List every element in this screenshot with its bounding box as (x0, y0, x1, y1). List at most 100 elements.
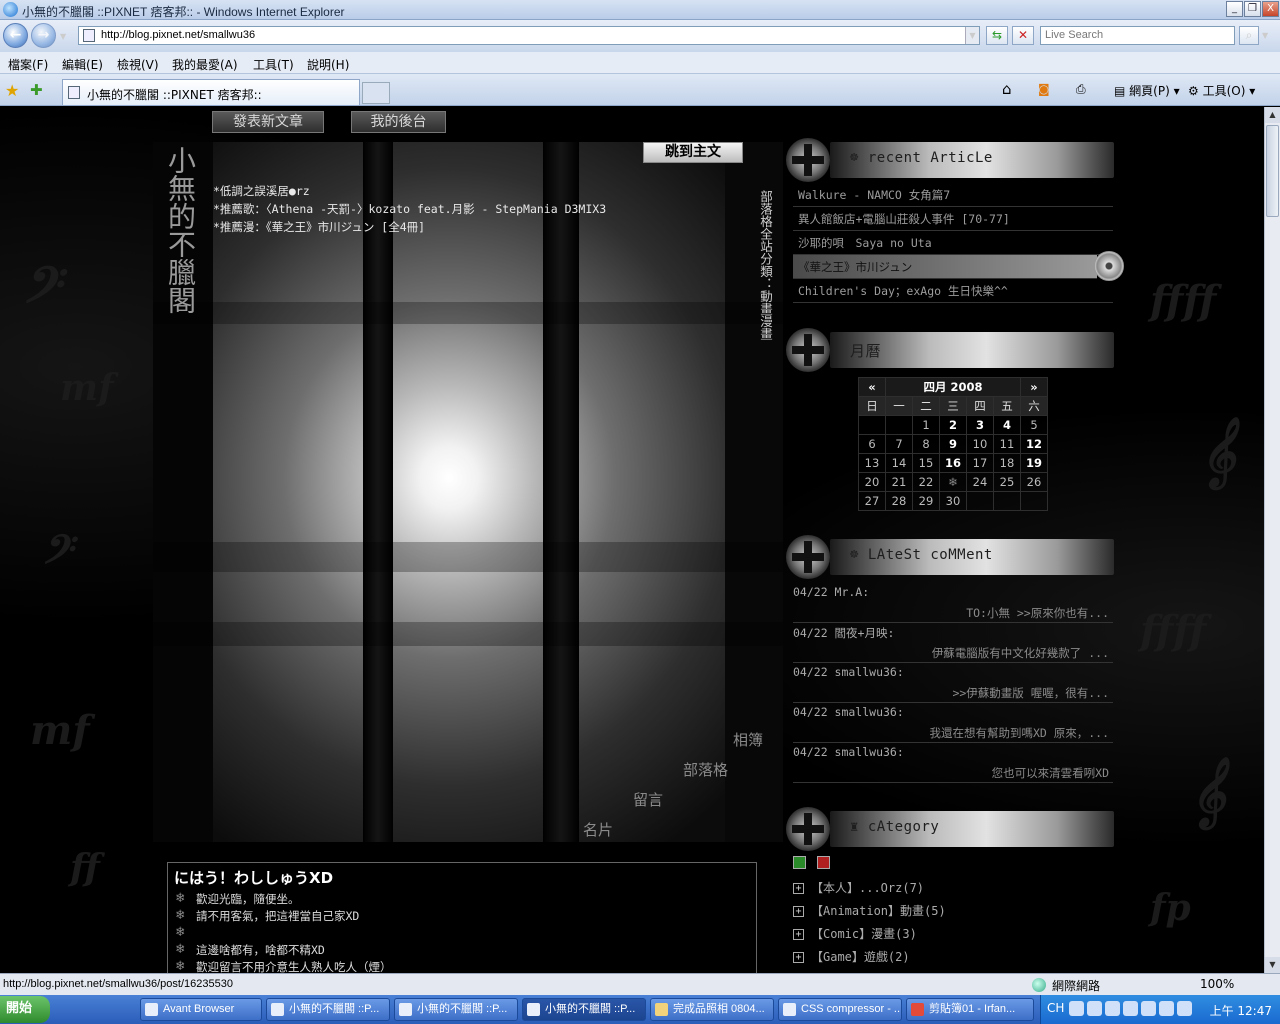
prev-month-button[interactable]: « (858, 377, 886, 397)
url-input[interactable]: http://blog.pixnet.net/smallwu36 ▼ (78, 26, 980, 45)
menu-view[interactable]: 檢視(V) (117, 56, 159, 73)
comment-text[interactable]: 您也可以來清雲看咧XD (992, 765, 1109, 781)
recent-article-link[interactable]: Children's Day；exAgo 生日快樂^^ (793, 279, 1113, 303)
comment-text[interactable]: 我還在想有幫助到嗎XD 原來，... (929, 725, 1109, 741)
menu-help[interactable]: 說明(H) (307, 56, 349, 73)
menu-edit[interactable]: 編輯(E) (62, 56, 103, 73)
nav-guestbook-link[interactable]: 留言 (633, 789, 663, 810)
snowflake-icon: ❄ (176, 907, 185, 923)
expand-plus-icon[interactable]: + (793, 929, 804, 940)
nav-album-link[interactable]: 相簿 (733, 729, 763, 750)
scroll-up-icon[interactable]: ▲ (1265, 107, 1280, 123)
menu-file[interactable]: 檔案(F) (8, 56, 48, 73)
blog-category-vertical[interactable]: 部落格全站分類：動畫漫畫 (757, 190, 773, 340)
vertical-scrollbar[interactable]: ▲ ▼ (1264, 107, 1280, 973)
back-button[interactable]: ← (3, 23, 28, 48)
language-indicator[interactable]: CH (1047, 1001, 1064, 1015)
tray-icon[interactable] (1177, 1001, 1192, 1016)
search-icon[interactable]: ⌕ (1239, 26, 1259, 45)
calendar-day-link[interactable]: 2 (939, 415, 967, 435)
comment-text[interactable]: >>伊蘇動畫版 喔喔，很有... (952, 685, 1109, 701)
jump-to-main-button[interactable]: 跳到主文 (643, 142, 743, 163)
tray-icon[interactable] (1069, 1001, 1084, 1016)
expand-plus-icon[interactable]: + (793, 952, 804, 963)
close-window-button[interactable]: X (1262, 1, 1279, 17)
page-menu-button[interactable]: ▤ 網頁(P) ▾ (1114, 82, 1180, 99)
taskbar-item[interactable]: 小無的不臘閣 ::P... (266, 998, 390, 1021)
category-item[interactable]: + 【Comic】漫畫(3) (793, 925, 917, 942)
start-button[interactable]: 開始 (0, 996, 50, 1023)
comment-item[interactable]: 04/22 Mr.A: TO:小無 >>原來你也有... (793, 583, 1113, 623)
admin-button[interactable]: 我的後台 (351, 111, 446, 133)
scroll-thumb[interactable] (1266, 125, 1279, 217)
page-menu-label: 網頁(P) (1129, 84, 1170, 98)
scroll-down-icon[interactable]: ▼ (1265, 957, 1280, 973)
tab-blog[interactable]: 小無的不臘閣 ::PIXNET 痞客邦:: (62, 79, 360, 105)
tools-menu-button[interactable]: ⚙ 工具(O) ▾ (1188, 82, 1255, 99)
recent-article-link[interactable]: 異人館飯店+電腦山莊殺人事件 [70-77] (793, 207, 1113, 231)
calendar-day: 18 (993, 453, 1021, 473)
tray-icon[interactable] (1087, 1001, 1102, 1016)
new-post-button[interactable]: 發表新文章 (212, 111, 324, 133)
new-tab-button[interactable] (362, 82, 390, 104)
history-dropdown-icon[interactable]: ▼ (60, 32, 66, 41)
nav-blog-link[interactable]: 部落格 (683, 759, 728, 780)
calendar-day-link[interactable]: 19 (1020, 453, 1048, 473)
calendar-day-link[interactable]: 4 (993, 415, 1021, 435)
tray-icon[interactable] (1123, 1001, 1138, 1016)
recent-article-link[interactable]: 沙耶的唄 Saya no Uta (793, 231, 1113, 255)
category-item[interactable]: + 【Animation】動畫(5) (793, 902, 946, 919)
expand-all-icon[interactable] (793, 856, 806, 869)
tray-icon[interactable] (1105, 1001, 1120, 1016)
tray-icon[interactable] (1159, 1001, 1174, 1016)
search-input[interactable]: Live Search (1040, 26, 1235, 45)
recent-article-link[interactable]: 《華之王》市川ジュン (793, 255, 1097, 279)
forward-button[interactable]: → (31, 23, 56, 48)
category-item[interactable]: + 【本人】...Orz(7) (793, 879, 924, 896)
taskbar-item[interactable]: 完成品照相 0804... (650, 998, 774, 1021)
minimize-button[interactable]: _ (1226, 1, 1243, 17)
comment-text[interactable]: TO:小無 >>原來你也有... (966, 605, 1109, 621)
weekday: 六 (1020, 396, 1048, 416)
category-item[interactable]: + 【Game】遊戲(2) (793, 948, 910, 965)
note-line: *低調之誤溪居●rz (213, 184, 310, 198)
zoom-level[interactable]: 100% (1200, 977, 1234, 991)
tray-icon[interactable] (1141, 1001, 1156, 1016)
comment-item[interactable]: 04/22 smallwu36: >>伊蘇動畫版 喔喔，很有... (793, 663, 1113, 703)
stop-icon[interactable]: ✕ (1012, 26, 1034, 45)
taskbar-item[interactable]: Avant Browser (140, 998, 262, 1021)
banner-notes: *低調之誤溪居●rz *推薦歌：〈Athena -天罰-〉kozato feat… (213, 182, 606, 236)
comment-item[interactable]: 04/22 閻夜+月映: 伊蘇電腦版有中文化好幾款了 ... (793, 623, 1113, 663)
calendar-day-link[interactable]: 16 (939, 453, 967, 473)
refresh-icon[interactable]: ⇆ (986, 26, 1008, 45)
next-month-button[interactable]: » (1020, 377, 1048, 397)
calendar-day-link[interactable]: 9 (939, 434, 967, 454)
taskbar-item[interactable]: 剪貼簿01 - Irfan... (906, 998, 1034, 1021)
recent-article-link[interactable]: Walkure - NAMCO 女角篇7 (793, 183, 1113, 207)
comment-author: 04/22 smallwu36: (793, 705, 904, 719)
taskbar-item-active[interactable]: 小無的不臘閣 ::P... (522, 998, 646, 1021)
favorites-star-icon[interactable]: ★ (5, 81, 19, 100)
restore-button[interactable]: ❐ (1244, 1, 1261, 17)
comment-text[interactable]: 伊蘇電腦版有中文化好幾款了 ... (932, 645, 1109, 661)
comment-item[interactable]: 04/22 smallwu36: 我還在想有幫助到嗎XD 原來，... (793, 703, 1113, 743)
calendar-day-link[interactable]: 3 (966, 415, 994, 435)
home-icon[interactable]: ⌂ (1002, 80, 1012, 98)
blog-title[interactable]: 小無的不臘閣 (161, 146, 197, 314)
nav-card-link[interactable]: 名片 (583, 819, 613, 840)
menu-tools[interactable]: 工具(T) (253, 56, 294, 73)
url-dropdown-icon[interactable]: ▼ (965, 27, 979, 44)
search-options-icon[interactable]: ▼ (1262, 31, 1268, 40)
expand-plus-icon[interactable]: + (793, 883, 804, 894)
expand-plus-icon[interactable]: + (793, 906, 804, 917)
add-favorite-icon[interactable]: ✚ (30, 81, 43, 99)
comment-item[interactable]: 04/22 smallwu36: 您也可以來清雲看咧XD (793, 743, 1113, 783)
weekday: 一 (885, 396, 913, 416)
calendar-day-link[interactable]: 12 (1020, 434, 1048, 454)
taskbar-item[interactable]: CSS compressor - ... (778, 998, 902, 1021)
taskbar-item[interactable]: 小無的不臘閣 ::P... (394, 998, 518, 1021)
collapse-all-icon[interactable] (817, 856, 830, 869)
menu-favorites[interactable]: 我的最愛(A) (172, 56, 238, 73)
rss-feed-icon[interactable]: ◙ (1038, 82, 1050, 96)
print-icon[interactable]: ⎙ (1076, 82, 1086, 97)
